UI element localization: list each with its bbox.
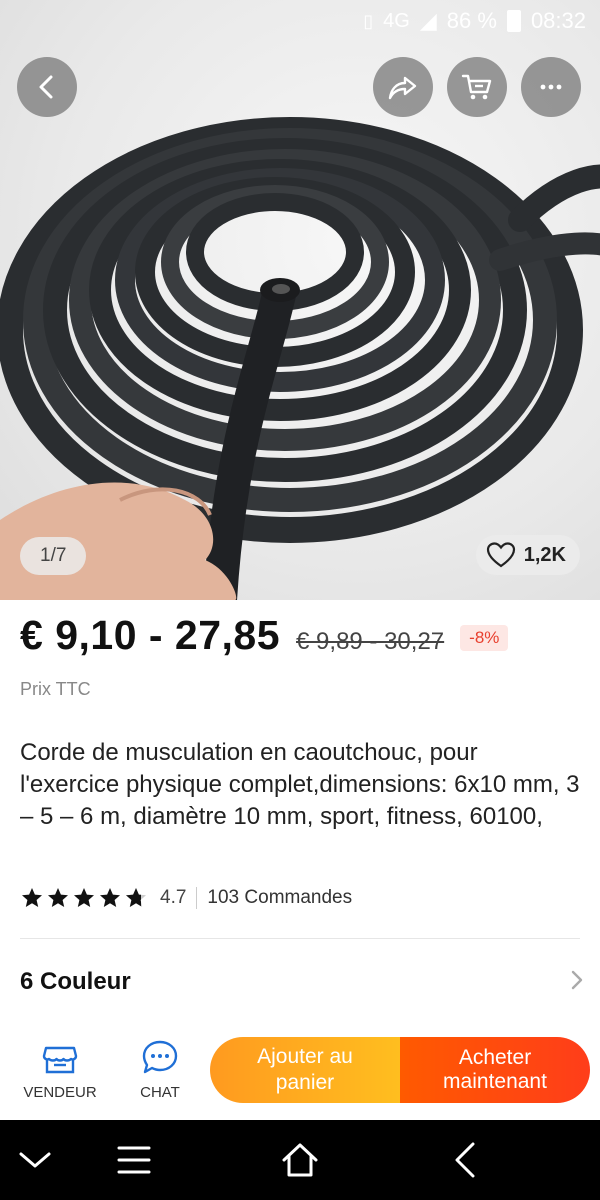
chat-label: CHAT — [140, 1084, 180, 1101]
system-navigation-bar — [0, 1120, 600, 1200]
variant-selector[interactable]: 6 Couleur — [20, 968, 585, 996]
cart-icon — [461, 74, 492, 100]
wishlist-button[interactable]: 1,2K — [475, 535, 580, 575]
vendeur-label: VENDEUR — [23, 1084, 97, 1101]
current-price: € 9,10 - 27,85 — [20, 612, 281, 658]
add-to-cart-button[interactable]: Ajouter au panier — [210, 1037, 400, 1103]
star-icon — [74, 888, 94, 907]
vendeur-button[interactable]: VENDEUR — [15, 1038, 105, 1101]
half-star-icon — [126, 888, 146, 907]
recent-apps-button[interactable] — [112, 1138, 156, 1182]
battery-level: 86 % — [446, 8, 497, 33]
share-icon — [388, 76, 417, 100]
chat-button[interactable]: CHAT — [115, 1038, 205, 1101]
chat-icon — [142, 1040, 178, 1074]
network-indicator: 4G — [383, 9, 410, 32]
more-options-button[interactable] — [521, 57, 581, 117]
original-price: € 9,89 - 30,27 — [296, 628, 445, 655]
image-pager: 1/7 — [20, 537, 87, 575]
rating-row[interactable]: 4.7 103 Commandes — [20, 883, 352, 913]
battery-icon — [506, 10, 521, 32]
cart-button[interactable] — [447, 57, 507, 117]
clock: 08:32 — [530, 8, 586, 33]
system-back-button[interactable] — [443, 1138, 487, 1182]
share-button[interactable] — [373, 57, 433, 117]
back-arrow-icon — [455, 1142, 475, 1178]
star-rating — [20, 886, 148, 910]
home-button[interactable] — [278, 1138, 322, 1182]
discount-badge: -8% — [460, 625, 509, 651]
product-photo — [0, 117, 600, 600]
buy-now-button[interactable]: Acheter maintenant — [400, 1037, 590, 1103]
star-icon — [48, 888, 68, 907]
vibrate-icon: ▯ — [363, 10, 374, 31]
product-image-gallery[interactable] — [0, 0, 600, 600]
more-icon — [540, 84, 562, 90]
orders-count: 103 Commandes — [207, 887, 353, 908]
chevron-right-icon — [569, 969, 585, 996]
chevron-left-icon — [39, 75, 53, 99]
signal-icon: ◢ — [419, 8, 437, 33]
status-bar: ▯ 4G ◢ 86 % 08:32 — [0, 0, 600, 42]
price-row: € 9,10 - 27,85 € 9,89 - 30,27 -8% — [20, 612, 509, 659]
separator — [196, 887, 198, 909]
menu-icon — [117, 1146, 151, 1174]
back-button[interactable] — [17, 57, 77, 117]
star-icon — [100, 888, 120, 907]
cta-group: Ajouter au panier Acheter maintenant — [210, 1037, 590, 1103]
home-icon — [282, 1143, 318, 1177]
store-icon — [42, 1046, 78, 1074]
variant-label: 6 Couleur — [20, 968, 131, 995]
rating-value: 4.7 — [160, 887, 187, 908]
heart-icon — [486, 542, 515, 568]
tax-note: Prix TTC — [20, 679, 91, 699]
product-title: Corde de musculation en caoutchouc, pour… — [20, 739, 580, 830]
star-icon — [22, 888, 42, 907]
likes-count: 1,2K — [523, 543, 566, 566]
chevron-down-icon — [19, 1152, 51, 1168]
collapse-button[interactable] — [13, 1138, 57, 1182]
bottom-action-bar: VENDEUR CHAT Ajouter au panier Acheter m… — [0, 1030, 600, 1120]
divider — [20, 938, 580, 939]
